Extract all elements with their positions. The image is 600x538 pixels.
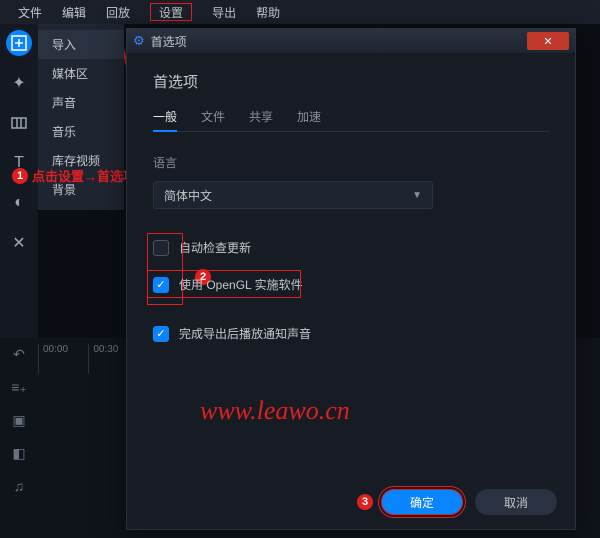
auto-update-row: 自动检查更新 2 (153, 239, 549, 256)
dialog-icon: ⚙ (133, 33, 145, 49)
crop-icon[interactable]: ▣ (12, 412, 25, 429)
tab-general[interactable]: 一般 (153, 108, 177, 132)
badge-1: 1 (12, 168, 28, 184)
highlight-box-opengl (147, 270, 301, 298)
audio-icon[interactable]: ♫ (14, 478, 25, 494)
menu-settings[interactable]: 设置 (140, 0, 202, 24)
sound-notify-checkbox[interactable] (153, 326, 169, 342)
tab-file[interactable]: 文件 (201, 108, 225, 125)
cancel-button[interactable]: 取消 (475, 489, 557, 515)
ok-button[interactable]: 确定 (381, 489, 463, 515)
import-item-music[interactable]: 音乐 (38, 117, 124, 146)
more-tools-icon[interactable]: ✕ (6, 230, 32, 256)
dialog-title: 首选项 (151, 33, 187, 50)
import-item-media[interactable]: 媒体区 (38, 59, 124, 88)
menu-file[interactable]: 文件 (8, 0, 52, 24)
add-media-icon[interactable] (6, 30, 32, 56)
menu-edit[interactable]: 编辑 (52, 0, 96, 24)
dialog-titlebar[interactable]: ⚙ 首选项 ✕ (127, 29, 575, 53)
dialog-tabs: 一般 文件 共享 加速 (153, 108, 549, 132)
close-button[interactable]: ✕ (527, 32, 569, 50)
annotation-step1: 1 点击设置→首选项 (12, 166, 136, 185)
sound-notify-row: 完成导出后播放通知声音 (153, 325, 549, 342)
dialog-heading: 首选项 (153, 71, 549, 92)
badge-3: 3 (357, 494, 373, 510)
annotation-text: 点击设置→首选项 (32, 166, 136, 185)
opengl-row: 使用 OpenGL 实施软件 (153, 276, 549, 293)
import-item-sound[interactable]: 声音 (38, 88, 124, 117)
stickers-icon[interactable]: ◐ (6, 190, 32, 216)
menubar: 文件 编辑 回放 设置 导出 帮助 (0, 0, 600, 24)
timeline-toolbar: ↶ ≡₊ ▣ ◧ ♫ (0, 338, 38, 538)
dialog-footer: 3 确定 取消 (357, 489, 557, 515)
menu-playback[interactable]: 回放 (96, 0, 140, 24)
sound-notify-label: 完成导出后播放通知声音 (179, 325, 311, 342)
color-icon[interactable]: ◧ (12, 445, 25, 462)
tab-share[interactable]: 共享 (249, 108, 273, 125)
magic-wand-icon[interactable]: ✦ (6, 70, 32, 96)
auto-update-label: 自动检查更新 (179, 239, 251, 256)
language-label: 语言 (153, 154, 549, 171)
language-value: 简体中文 (164, 187, 212, 204)
tab-accel[interactable]: 加速 (297, 108, 321, 125)
menu-export[interactable]: 导出 (202, 0, 246, 24)
import-item-import[interactable]: 导入 (38, 30, 124, 59)
language-select[interactable]: 简体中文 ▼ (153, 181, 433, 209)
chevron-down-icon: ▼ (412, 190, 422, 201)
transitions-icon[interactable] (6, 110, 32, 136)
preferences-dialog: ⚙ 首选项 ✕ 首选项 一般 文件 共享 加速 语言 简体中文 ▼ 自动检查更新… (126, 28, 576, 530)
split-icon[interactable]: ≡₊ (11, 379, 27, 396)
undo-icon[interactable]: ↶ (13, 346, 25, 363)
menu-help[interactable]: 帮助 (246, 0, 290, 24)
